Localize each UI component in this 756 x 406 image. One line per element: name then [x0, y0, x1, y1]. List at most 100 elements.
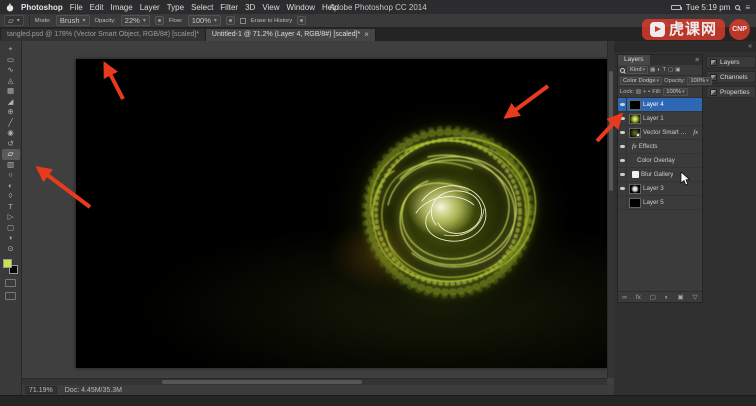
shape-tool[interactable]: ▢ [2, 223, 20, 234]
layer-fx-badge[interactable]: fx [693, 129, 700, 136]
adjustment-layer-icon[interactable]: ◐ [665, 294, 669, 301]
notification-center-icon[interactable] [745, 3, 750, 12]
move-tool[interactable]: + [2, 44, 20, 55]
eraser-tool[interactable]: ▱ [1, 149, 20, 160]
document-canvas[interactable] [76, 59, 736, 399]
hand-tool[interactable]: ◖ [2, 233, 20, 244]
pressure-opacity-icon[interactable] [154, 16, 164, 25]
eyedropper-tool[interactable]: ◢ [2, 97, 20, 108]
path-selection-tool[interactable]: ▷ [2, 212, 20, 223]
marquee-tool[interactable]: ▭ [2, 55, 20, 66]
panel-channels[interactable]: Channels [706, 71, 756, 83]
screen-mode-icon[interactable] [5, 292, 16, 300]
visibility-toggle[interactable] [618, 98, 627, 111]
menu-item-view[interactable]: View [262, 3, 279, 12]
layer-opacity-field[interactable]: 100% [687, 77, 712, 85]
timeline-strip[interactable] [0, 395, 756, 406]
menu-item-layer[interactable]: Layer [140, 3, 160, 12]
document-tab[interactable]: Untitled-1 @ 71.2% (Layer 4, RGB/8#) [sc… [205, 29, 376, 41]
menu-item-window[interactable]: Window [287, 3, 315, 12]
gradient-tool[interactable]: ▧ [2, 160, 20, 171]
erase-to-history-checkbox[interactable] [239, 17, 246, 24]
layer-row-layer-4[interactable]: Layer 4 [618, 98, 702, 112]
layer-row-vector-smart-object[interactable]: Vector Smart Objectfx [618, 126, 702, 140]
app-menu[interactable]: Photoshop [21, 3, 63, 12]
vertical-scrollbar[interactable] [607, 41, 614, 378]
quick-mask-icon[interactable] [5, 279, 16, 287]
layer-row-color-overlay[interactable]: Color Overlay [618, 154, 702, 168]
brush-panel-toggle-icon[interactable] [297, 16, 307, 25]
layer-thumbnail[interactable] [629, 183, 641, 194]
layer-row-layer-1[interactable]: Layer 1 [618, 112, 702, 126]
blend-mode-dropdown[interactable]: Color Dodge [620, 77, 663, 85]
visibility-toggle[interactable] [618, 154, 627, 167]
menu-item-3d[interactable]: 3D [245, 3, 255, 12]
lock-all-icon[interactable]: ▪ [648, 89, 650, 95]
history-brush-tool[interactable]: ↺ [2, 139, 20, 150]
zoom-level-field[interactable]: 71.19% [25, 386, 57, 394]
link-layers-icon[interactable]: ∞ [622, 294, 627, 301]
tab-close-icon[interactable]: × [364, 29, 369, 41]
dodge-tool[interactable]: ◐ [2, 181, 20, 192]
pen-tool[interactable]: ◊ [2, 191, 20, 202]
layer-style-icon[interactable]: fx [636, 294, 641, 301]
clone-stamp-tool[interactable]: ◉ [2, 128, 20, 139]
layers-panel-tab[interactable]: Layers [618, 55, 650, 65]
new-layer-icon[interactable]: ▣ [678, 293, 684, 301]
panel-menu-icon[interactable] [695, 57, 702, 64]
menu-item-file[interactable]: File [70, 3, 83, 12]
crop-tool[interactable]: ▦ [2, 86, 20, 97]
apple-icon[interactable] [6, 2, 14, 12]
brush-tool[interactable]: ╱ [2, 118, 20, 129]
layer-thumbnail[interactable] [629, 99, 641, 110]
layer-thumbnail[interactable] [629, 197, 641, 208]
menu-clock[interactable]: Tue 5:19 pm [686, 3, 731, 12]
layer-filter-dropdown[interactable]: Kind [627, 66, 649, 74]
layer-row-effects[interactable]: fx Effects [618, 140, 702, 154]
layer-thumbnail[interactable] [629, 113, 641, 124]
adjustment-layer-filter-icon[interactable]: ◐ [657, 67, 660, 73]
blur-tool[interactable]: ○ [2, 170, 20, 181]
tool-preset-picker[interactable]: ▱ [4, 15, 24, 26]
lock-position-icon[interactable]: + [643, 89, 646, 95]
shape-layer-filter-icon[interactable]: ▢ [668, 67, 673, 73]
menu-item-filter[interactable]: Filter [220, 3, 238, 12]
visibility-toggle[interactable] [618, 140, 627, 153]
type-tool[interactable]: T [2, 202, 20, 213]
horizontal-scrollbar[interactable] [22, 378, 607, 385]
healing-brush-tool[interactable]: ⊕ [2, 107, 20, 118]
type-layer-filter-icon[interactable]: T [663, 67, 666, 73]
menu-item-type[interactable]: Type [167, 3, 184, 12]
flow-dropdown[interactable]: 100% [187, 15, 221, 26]
visibility-toggle[interactable] [618, 168, 627, 181]
visibility-toggle[interactable] [618, 182, 627, 195]
layer-mask-icon[interactable]: ▢ [650, 293, 656, 301]
visibility-toggle[interactable] [618, 112, 627, 125]
layer-thumbnail[interactable] [629, 127, 641, 138]
visibility-toggle[interactable] [618, 196, 627, 209]
visibility-toggle[interactable] [618, 126, 627, 139]
pixel-layer-filter-icon[interactable]: ▦ [650, 67, 655, 73]
layer-row-blur-gallery[interactable]: Blur Gallery [618, 168, 702, 182]
quick-selection-tool[interactable]: ◬ [2, 76, 20, 87]
layer-fill-field[interactable]: 100% [663, 88, 688, 96]
collapse-panels-bar[interactable] [614, 41, 756, 52]
mode-dropdown[interactable]: Brush [55, 15, 90, 26]
document-tab[interactable]: tangled.psd @ 178% (Vector Smart Object,… [1, 29, 206, 41]
menu-item-image[interactable]: Image [110, 3, 132, 12]
smart-object-filter-icon[interactable]: ▣ [675, 67, 680, 73]
menu-item-edit[interactable]: Edit [90, 3, 104, 12]
delete-layer-icon[interactable]: ▽ [693, 293, 698, 301]
lasso-tool[interactable]: ∿ [2, 65, 20, 76]
panel-layers[interactable]: Layers [706, 56, 756, 68]
lock-transparency-icon[interactable]: ▨ [636, 89, 641, 95]
layer-row-layer-3[interactable]: Layer 3 [618, 182, 702, 196]
layer-row-layer-5[interactable]: Layer 5 [618, 196, 702, 210]
panel-properties[interactable]: Properties [706, 86, 756, 98]
spotlight-icon[interactable] [735, 4, 741, 10]
opacity-dropdown[interactable]: 22% [120, 15, 150, 26]
menu-item-select[interactable]: Select [191, 3, 213, 12]
airbrush-icon[interactable] [225, 16, 235, 25]
foreground-color-swatch[interactable] [3, 259, 12, 268]
zoom-tool[interactable]: ⊙ [2, 244, 20, 255]
